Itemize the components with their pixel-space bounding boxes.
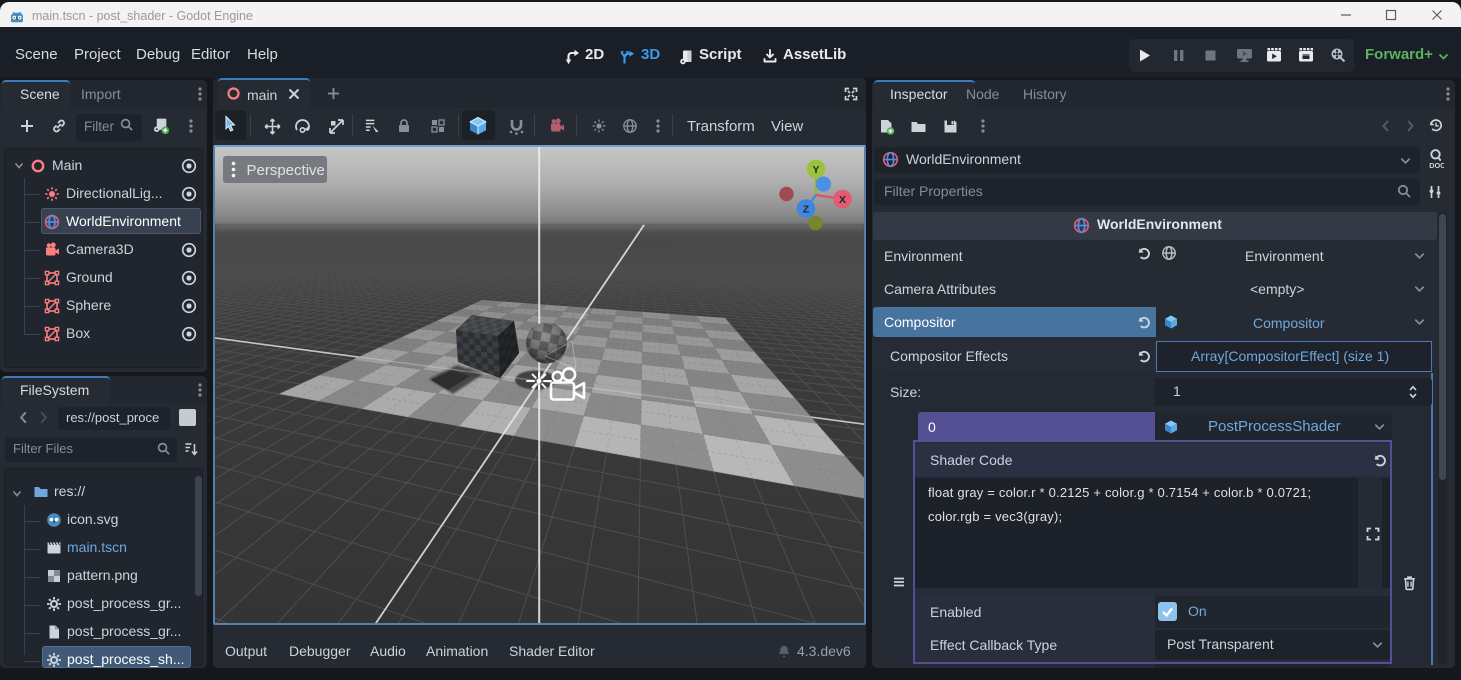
svg-text:Y: Y [812,164,819,176]
svg-text:Perspective: Perspective [247,162,325,179]
svg-text:DOC: DOC [1429,161,1444,169]
svg-text:X: X [839,194,846,206]
svg-text:Z: Z [803,204,810,216]
